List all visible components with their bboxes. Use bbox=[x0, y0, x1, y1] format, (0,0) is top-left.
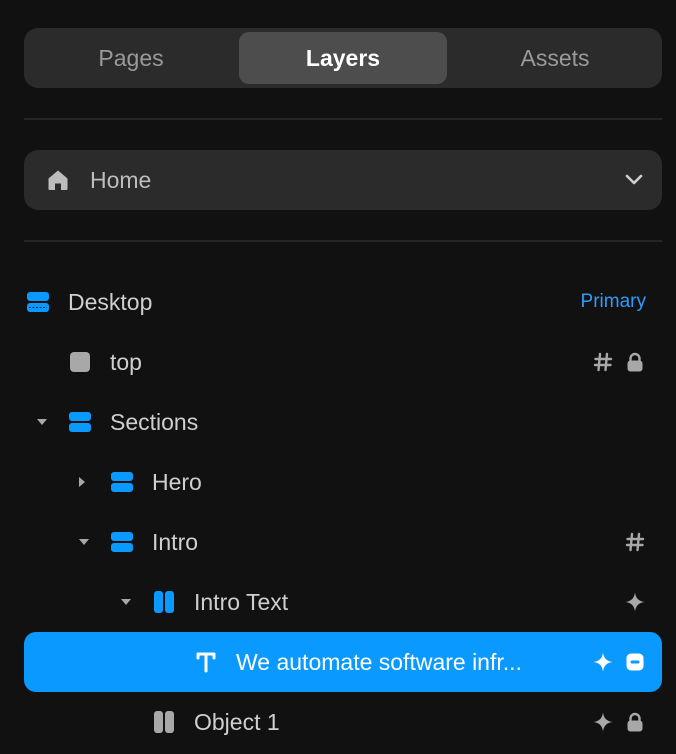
layer-name: Sections bbox=[110, 409, 199, 435]
tab-pages[interactable]: Pages bbox=[28, 32, 234, 84]
stack-horizontal-icon bbox=[110, 470, 134, 494]
primary-badge: Primary bbox=[580, 291, 646, 312]
layer-name: Object 1 bbox=[194, 709, 280, 735]
chevron-down-icon[interactable] bbox=[622, 170, 646, 190]
panel-tabs: Pages Layers Assets bbox=[24, 28, 662, 88]
layer-row-sections[interactable]: Sections bbox=[24, 392, 662, 452]
layer-name: Intro bbox=[152, 529, 199, 555]
divider bbox=[24, 240, 662, 242]
caret-down-icon[interactable] bbox=[119, 596, 133, 608]
stack-horizontal-icon bbox=[68, 410, 92, 434]
layer-row-text-selected[interactable]: We automate software infr... bbox=[24, 632, 662, 692]
layer-row-hero[interactable]: Hero bbox=[24, 452, 662, 512]
toggle-icon[interactable] bbox=[624, 651, 646, 673]
layer-name: top bbox=[110, 349, 142, 375]
lock-icon[interactable] bbox=[624, 711, 646, 733]
caret-down-icon[interactable] bbox=[77, 536, 91, 548]
layer-row-object-1[interactable]: Object 1 bbox=[24, 692, 662, 752]
layer-row-desktop[interactable]: Desktop Primary bbox=[24, 272, 662, 332]
home-icon bbox=[46, 168, 70, 192]
layer-name: We automate software infr... bbox=[236, 649, 522, 675]
page-selector[interactable]: Home bbox=[24, 150, 662, 210]
text-icon bbox=[194, 650, 218, 674]
layer-row-top[interactable]: top bbox=[24, 332, 662, 392]
tab-assets[interactable]: Assets bbox=[452, 32, 658, 84]
sparkle-icon[interactable] bbox=[592, 711, 614, 733]
hash-icon[interactable] bbox=[592, 351, 614, 373]
hash-icon[interactable] bbox=[624, 531, 646, 553]
stack-vertical-icon bbox=[152, 710, 176, 734]
layer-name: Hero bbox=[152, 469, 202, 495]
layer-row-intro[interactable]: Intro bbox=[24, 512, 662, 572]
stack-horizontal-icon bbox=[110, 530, 134, 554]
layer-name: Intro Text bbox=[194, 589, 289, 615]
sparkle-icon[interactable] bbox=[624, 591, 646, 613]
frame-icon bbox=[68, 350, 92, 374]
divider bbox=[24, 118, 662, 120]
tab-layers[interactable]: Layers bbox=[239, 32, 447, 84]
caret-right-icon[interactable] bbox=[75, 476, 89, 488]
layer-name: Desktop bbox=[68, 289, 153, 315]
stack-vertical-icon bbox=[152, 590, 176, 614]
lock-icon[interactable] bbox=[624, 351, 646, 373]
layers-panel: Pages Layers Assets Home Desktop Primary… bbox=[0, 0, 676, 754]
layer-row-intro-text[interactable]: Intro Text bbox=[24, 572, 662, 632]
sparkle-icon[interactable] bbox=[592, 651, 614, 673]
stack-horizontal-icon bbox=[26, 290, 50, 314]
page-selector-label: Home bbox=[90, 167, 152, 193]
caret-down-icon[interactable] bbox=[35, 416, 49, 428]
